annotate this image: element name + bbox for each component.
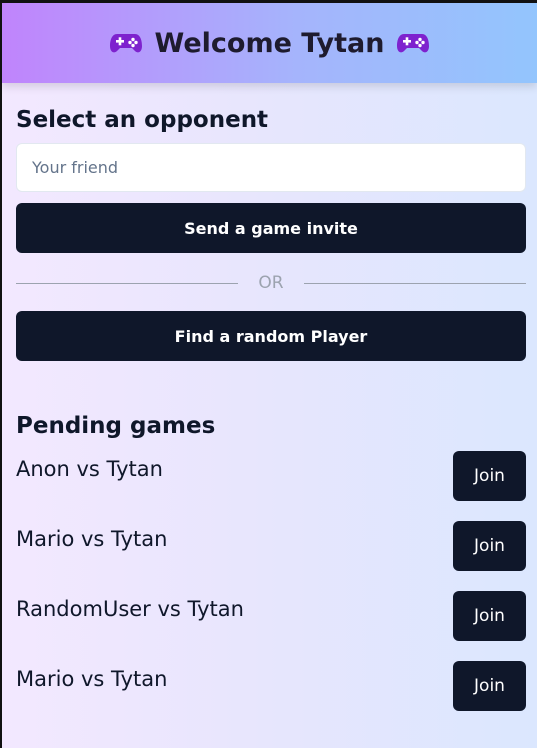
pending-game-row: Anon vs Tytan Join <box>16 451 526 521</box>
join-button[interactable]: Join <box>453 451 526 501</box>
gamepad-icon <box>109 34 142 53</box>
divider-line-left <box>16 282 238 284</box>
join-button[interactable]: Join <box>453 661 526 711</box>
pending-game-label: Mario vs Tytan <box>16 527 168 551</box>
gamepad-icon <box>397 34 430 53</box>
or-label: OR <box>258 273 284 293</box>
header-title-group: Welcome Tytan <box>109 28 431 59</box>
pending-game-label: Anon vs Tytan <box>16 457 163 481</box>
app-header: Welcome Tytan <box>2 3 537 83</box>
pending-game-label: RandomUser vs Tytan <box>16 597 244 621</box>
send-invite-button[interactable]: Send a game invite <box>16 203 526 253</box>
divider-line-right <box>304 282 526 284</box>
page-title: Welcome Tytan <box>154 27 385 59</box>
pending-games-heading: Pending games <box>16 413 216 439</box>
pending-game-label: Mario vs Tytan <box>16 667 168 691</box>
select-opponent-heading: Select an opponent <box>16 107 269 133</box>
pending-game-row: Mario vs Tytan Join <box>16 521 526 591</box>
join-button[interactable]: Join <box>453 521 526 571</box>
opponent-section: Select an opponent Send a game invite OR… <box>16 107 526 361</box>
app-frame: Welcome Tytan Select an opponent Send a … <box>0 0 537 748</box>
or-divider: OR <box>16 273 526 293</box>
join-button[interactable]: Join <box>453 591 526 641</box>
pending-game-row: RandomUser vs Tytan Join <box>16 591 526 661</box>
main-content: Select an opponent Send a game invite OR… <box>2 83 537 731</box>
pending-games-section: Pending games Anon vs Tytan Join Mario v… <box>16 413 526 731</box>
friend-input[interactable] <box>16 143 526 192</box>
find-random-player-button[interactable]: Find a random Player <box>16 311 526 361</box>
pending-game-row: Mario vs Tytan Join <box>16 661 526 731</box>
